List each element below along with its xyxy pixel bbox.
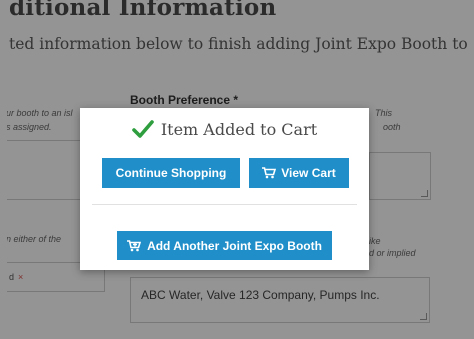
cart-icon bbox=[262, 167, 277, 179]
dialog-title: Item Added to Cart bbox=[80, 118, 369, 140]
dialog-title-text: Item Added to Cart bbox=[160, 119, 318, 139]
checkmark-icon bbox=[132, 120, 154, 138]
continue-shopping-button[interactable]: Continue Shopping bbox=[102, 158, 240, 188]
add-another-booth-label: Add Another Joint Expo Booth bbox=[147, 238, 322, 253]
add-another-booth-button[interactable]: Add Another Joint Expo Booth bbox=[117, 231, 332, 260]
continue-shopping-label: Continue Shopping bbox=[115, 166, 227, 180]
view-cart-label: View Cart bbox=[281, 166, 336, 180]
dialog-divider bbox=[92, 204, 357, 205]
added-to-cart-dialog: Item Added to Cart Continue Shopping Vie… bbox=[80, 108, 369, 270]
cart-add-icon bbox=[127, 239, 142, 251]
view-cart-button[interactable]: View Cart bbox=[249, 158, 349, 188]
